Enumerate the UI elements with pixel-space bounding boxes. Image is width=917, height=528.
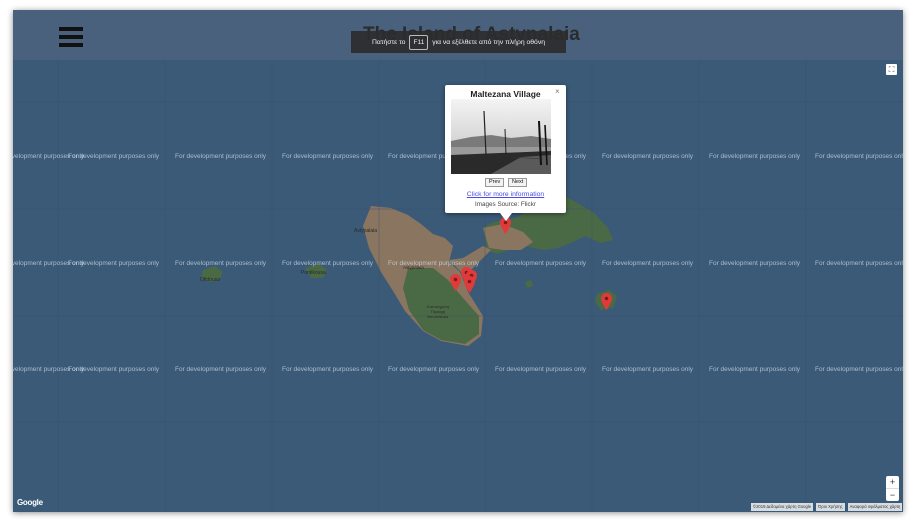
watermark-text: For development purposes only	[815, 153, 903, 160]
fullscreen-notice: Πατήστε το F11 για να εξέλθετε από την π…	[351, 31, 566, 53]
info-window-photo	[451, 99, 551, 174]
close-icon[interactable]: ×	[555, 87, 560, 96]
watermark-text: For development purposes only	[602, 366, 694, 373]
info-window: Maltezana Village × Prev Next Click for …	[445, 85, 566, 221]
info-window-title: Maltezana Village	[470, 89, 541, 99]
label-pontikousa: Pontikousa	[301, 270, 326, 276]
watermark-text: For development purposes only	[68, 366, 160, 373]
zoom-control: + −	[886, 476, 899, 501]
next-button[interactable]: Next	[508, 178, 528, 187]
watermark-text: For development purposes only	[68, 260, 160, 267]
label-astypalaia: Astypalaia	[354, 228, 377, 234]
watermark-text: For development purposes only	[602, 260, 694, 267]
map-marker[interactable]	[450, 274, 461, 291]
f11-key: F11	[409, 34, 429, 50]
map-attribution: ©2019 Δεδομένα χάρτη Google Όροι Χρήσης …	[751, 503, 903, 511]
watermark-text: For development purposes only	[388, 366, 480, 373]
watermark-text: For development purposes only	[282, 153, 374, 160]
watermark-text: For development purposes only	[709, 260, 801, 267]
watermark-text: For development purposes only	[282, 366, 374, 373]
watermark-text: For development purposes only	[495, 260, 587, 267]
watermark-text: For development purposes only	[495, 366, 587, 373]
images-source-text: Images Source: Flickr	[475, 201, 536, 208]
watermark-text: For development purposes only	[709, 153, 801, 160]
map-window: Astypalaia Ofidousa Pontikousa Astypalai…	[13, 10, 903, 512]
google-logo[interactable]: Google	[17, 498, 43, 507]
label-livadi-3: Αστυπάλαια	[427, 314, 449, 319]
watermark-text: For development purposes only	[815, 366, 903, 373]
fullscreen-icon[interactable]: ⛶	[886, 64, 897, 75]
watermark-text: For development purposes only	[175, 366, 267, 373]
label-ofidousa: Ofidousa	[200, 277, 220, 283]
prev-button[interactable]: Prev	[485, 178, 505, 187]
more-info-link[interactable]: Click for more information	[445, 191, 566, 198]
fullscreen-notice-text-after: για να εξέλθετε από την πλήρη οθόνη	[432, 38, 546, 46]
zoom-out-button[interactable]: −	[886, 489, 899, 501]
watermark-text: For development purposes only	[709, 366, 801, 373]
watermark-text: For development purposes only	[175, 153, 267, 160]
watermark-text: For development purposes only	[388, 260, 480, 267]
watermark-text: For development purposes only	[175, 260, 267, 267]
map-marker[interactable]	[464, 276, 475, 293]
map-data-attribution: ©2019 Δεδομένα χάρτη Google	[751, 503, 814, 511]
watermark-text: For development purposes only	[602, 153, 694, 160]
report-error-link[interactable]: Αναφορά σφάλματος χάρτη	[847, 503, 903, 511]
hamburger-menu-icon[interactable]	[59, 27, 83, 47]
header-bar: The Island of Astypalaia Πατήστε το F11 …	[13, 10, 903, 60]
watermark-text: For development purposes only	[815, 260, 903, 267]
map-marker[interactable]	[601, 293, 612, 310]
watermark-text: For development purposes only	[68, 153, 160, 160]
fullscreen-notice-text-before: Πατήστε το	[371, 38, 406, 46]
terms-link[interactable]: Όροι Χρήσης	[816, 503, 845, 511]
zoom-in-button[interactable]: +	[886, 476, 899, 488]
watermark-text: For development purposes only	[282, 260, 374, 267]
